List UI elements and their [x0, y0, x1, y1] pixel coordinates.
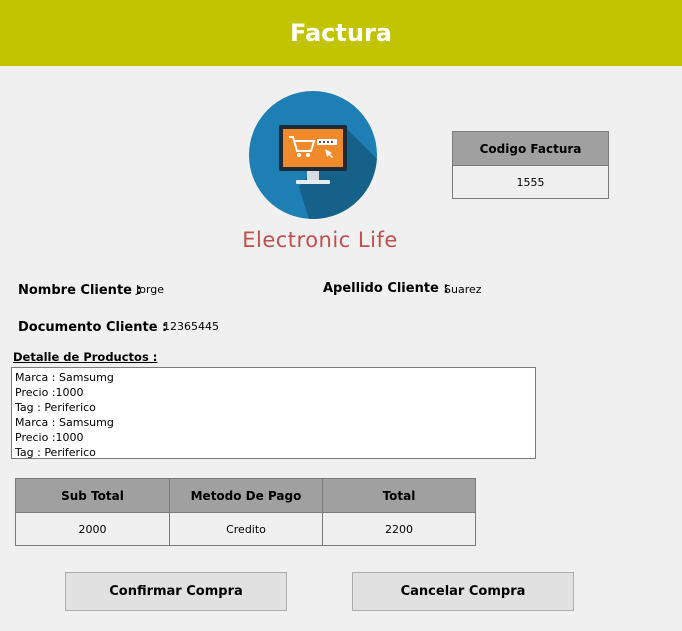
product-details-label: Detalle de Productos : [13, 350, 158, 364]
product-details-textarea[interactable]: Marca : Samsumg Precio :1000 Tag : Perif… [11, 367, 536, 459]
client-name-label: Nombre Cliente : [18, 283, 142, 298]
table-row: 2000 Credito 2200 [15, 512, 476, 546]
total-value: 2200 [322, 512, 476, 546]
payment-method-value: Credito [169, 512, 323, 546]
table-header-row: Sub Total Metodo De Pago Total [15, 478, 476, 513]
client-surname-label: Apellido Cliente : [323, 281, 449, 296]
subtotal-value: 2000 [15, 512, 170, 546]
brand-name: Electronic Life [242, 228, 398, 252]
detail-line: Precio :1000 [15, 386, 84, 399]
title-bar: Factura [0, 0, 682, 66]
invoice-code-label: Codigo Factura [453, 132, 608, 166]
page-title: Factura [290, 19, 392, 47]
detail-line: Tag : Periferico [15, 401, 96, 414]
detail-line: Marca : Samsumg [15, 371, 114, 384]
client-name-value: Jorge [136, 283, 165, 296]
client-document-value: 12365445 [163, 320, 219, 333]
summary-table: Sub Total Metodo De Pago Total 2000 Cred… [15, 478, 476, 546]
detail-line: Tag : Periferico [15, 446, 96, 459]
subtotal-header: Sub Total [15, 478, 170, 513]
shopping-monitor-icon [249, 91, 377, 219]
total-header: Total [322, 478, 476, 513]
payment-method-header: Metodo De Pago [169, 478, 323, 513]
invoice-code-value: 1555 [516, 175, 545, 189]
detail-line: Marca : Samsumg [15, 416, 114, 429]
client-document-label: Documento Cliente : [18, 320, 168, 335]
client-surname-value: Suarez [444, 283, 482, 296]
invoice-code-box: Codigo Factura 1555 [452, 131, 609, 199]
confirm-purchase-button[interactable]: Confirmar Compra [65, 572, 287, 611]
cancel-purchase-button[interactable]: Cancelar Compra [352, 572, 574, 611]
detail-line: Precio :1000 [15, 431, 84, 444]
